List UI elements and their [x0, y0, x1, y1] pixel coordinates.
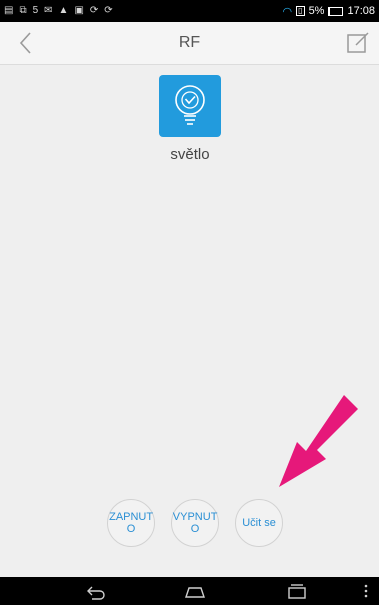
number-indicator: 5 [32, 5, 39, 16]
recents-icon[interactable] [286, 582, 308, 600]
device-label: světlo [170, 146, 210, 163]
device-tile[interactable] [159, 75, 221, 137]
edit-icon [347, 32, 369, 53]
status-left-icons: ▤ ⧉ 5 ✉ ▲ ▣ ⟳ ⟳ [0, 6, 113, 16]
page-title: RF [178, 34, 201, 51]
back-button[interactable] [16, 30, 36, 56]
notification-icon: ▤ [4, 5, 14, 16]
app-header: RF [0, 22, 379, 65]
system-navbar [0, 577, 379, 605]
battery-icon [328, 6, 344, 16]
wifi-icon: ◠ [282, 5, 293, 18]
learn-button[interactable]: Učit se [235, 499, 283, 547]
clock: 17:08 [347, 5, 375, 17]
turn-on-label: ZAPNUT O [109, 511, 154, 535]
warning-icon: ▲ [58, 5, 69, 16]
edit-button[interactable] [345, 30, 371, 56]
lightbulb-icon [175, 85, 205, 125]
pointer-arrow-icon [279, 395, 358, 487]
chevron-left-icon [19, 32, 31, 54]
battery-percent: 5% [308, 5, 325, 17]
sync-icon: ⟳ [89, 5, 99, 16]
turn-on-button[interactable]: ZAPNUT O [107, 499, 155, 547]
turn-off-button[interactable]: VYPNUT O [171, 499, 219, 547]
control-buttons: ZAPNUT O VYPNUT O Učit se [107, 499, 297, 549]
battery-fill [329, 7, 331, 15]
message-icon: ▣ [74, 5, 84, 16]
turn-off-label: VYPNUT O [172, 511, 218, 535]
back-icon[interactable] [84, 582, 106, 600]
status-bar: ▤ ⧉ 5 ✉ ▲ ▣ ⟳ ⟳ ◠ ▯ 5% 17:08 [0, 0, 379, 22]
device-svetlo[interactable]: světlo [154, 75, 226, 163]
sync-icon: ⟳ [104, 5, 113, 16]
signal-indicator-icon: ▯ [296, 6, 305, 16]
status-right-icons: ◠ ▯ 5% 17:08 [283, 5, 379, 18]
mail-icon: ✉ [44, 5, 53, 16]
learn-label: Učit se [242, 517, 276, 529]
home-icon[interactable] [184, 582, 206, 600]
screenshot-icon: ⧉ [19, 5, 27, 16]
menu-icon[interactable] [362, 582, 370, 600]
